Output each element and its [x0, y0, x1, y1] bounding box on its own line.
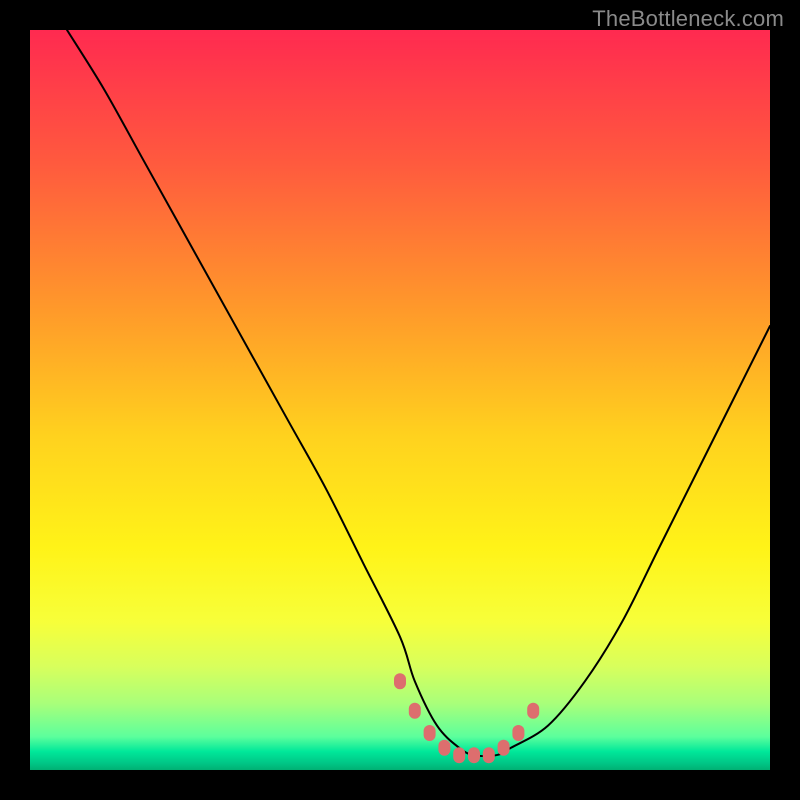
chart-svg	[30, 30, 770, 770]
watermark-text: TheBottleneck.com	[592, 6, 784, 32]
marker-dot	[483, 747, 495, 763]
marker-dot	[512, 725, 524, 741]
bottleneck-curve	[67, 30, 770, 756]
marker-dot	[438, 740, 450, 756]
marker-dot	[424, 725, 436, 741]
marker-dot	[468, 747, 480, 763]
marker-dot	[394, 673, 406, 689]
marker-dot	[453, 747, 465, 763]
highlight-markers	[394, 673, 539, 763]
chart-frame: TheBottleneck.com	[0, 0, 800, 800]
marker-dot	[527, 703, 539, 719]
plot-area	[30, 30, 770, 770]
marker-dot	[498, 740, 510, 756]
marker-dot	[409, 703, 421, 719]
